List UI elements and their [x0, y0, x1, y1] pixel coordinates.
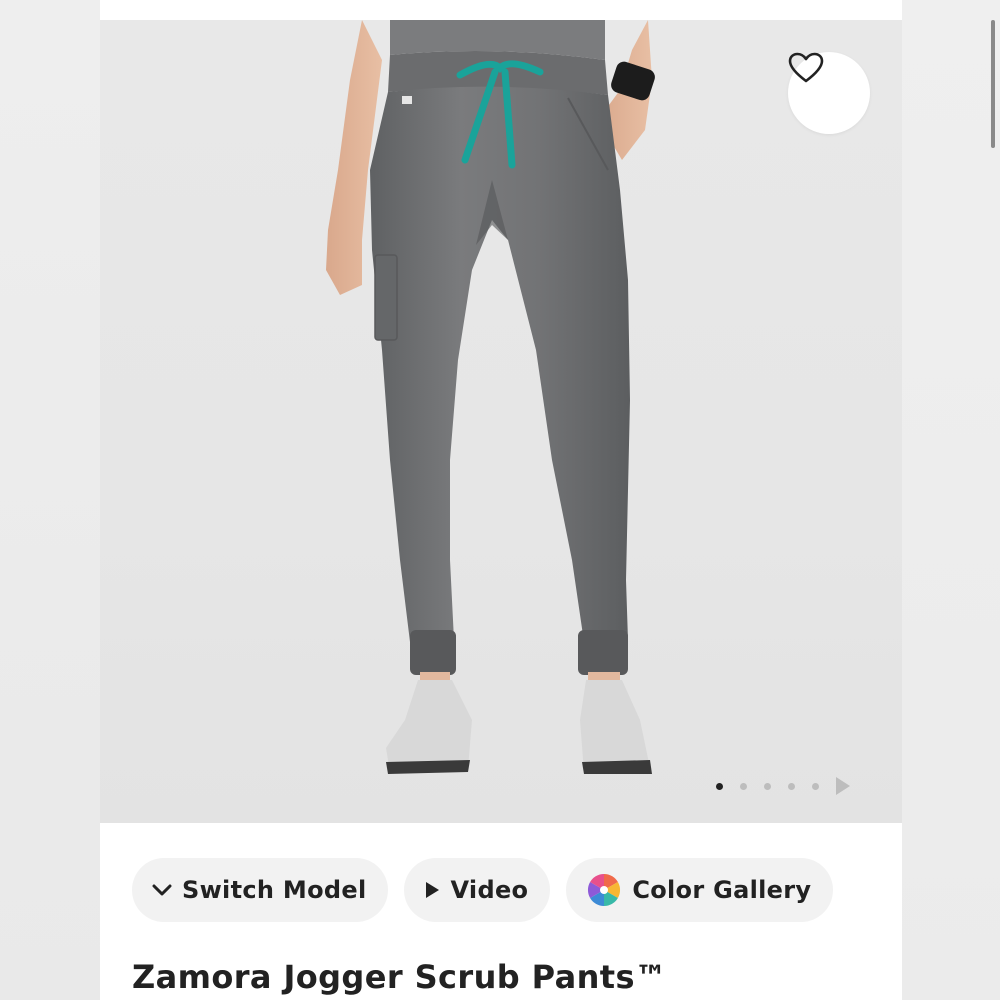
heart-outline-icon: [788, 52, 824, 83]
top-strip: [100, 0, 902, 20]
image-pagination: [716, 776, 850, 796]
right-backdrop: [902, 0, 1000, 1000]
product-page: Switch Model Video Color Gallery Zamora …: [100, 20, 995, 1000]
scrollbar[interactable]: [991, 20, 995, 148]
left-backdrop: [0, 0, 100, 1000]
pagination-dot[interactable]: [716, 782, 723, 790]
chevron-down-icon: [152, 883, 172, 897]
pagination-dot[interactable]: [812, 782, 819, 790]
media-actions: Switch Model Video Color Gallery: [132, 858, 849, 922]
color-gallery-button[interactable]: Color Gallery: [566, 858, 834, 922]
video-label: Video: [450, 876, 529, 904]
pagination-dot[interactable]: [764, 782, 771, 790]
video-button[interactable]: Video: [404, 858, 551, 922]
pagination-dot[interactable]: [788, 782, 795, 790]
play-icon: [424, 881, 440, 899]
product-photo: [326, 20, 655, 774]
pagination-dot[interactable]: [740, 782, 747, 790]
color-wheel-icon: [586, 872, 622, 908]
play-triangle-icon[interactable]: [836, 777, 850, 795]
product-title: Zamora Jogger Scrub Pants™: [132, 958, 668, 996]
switch-model-label: Switch Model: [182, 876, 367, 904]
color-gallery-label: Color Gallery: [632, 876, 812, 904]
switch-model-button[interactable]: Switch Model: [132, 858, 389, 922]
product-image-carousel[interactable]: [100, 20, 902, 823]
favorite-button[interactable]: [788, 52, 870, 134]
